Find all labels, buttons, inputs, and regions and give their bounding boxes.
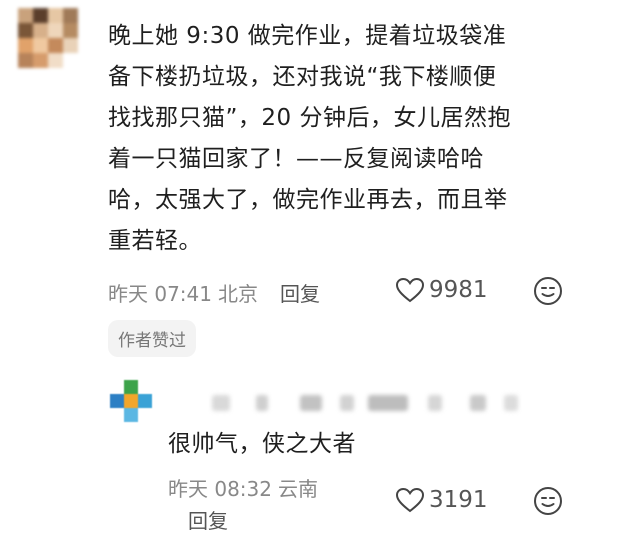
emoji-reaction-button[interactable] (533, 276, 563, 310)
reply-button[interactable]: 回复 (188, 505, 228, 534)
comment-thread: { "main_comment": { "lines": [ "晚上她 9:30… (0, 0, 624, 533)
author-liked-badge: 作者赞过 (108, 320, 196, 357)
comment-line: 备下楼扔垃圾，还对我说“我下楼顺便 (108, 64, 497, 90)
comment-line: 哈，太强大了，做完作业再去，而且举 (108, 187, 508, 213)
emoji-reaction-button[interactable] (533, 486, 563, 520)
emoji-smile-icon (534, 277, 562, 305)
reply-time: 昨天 08:32 (168, 477, 272, 501)
reply-meta: 昨天 08:32 云南 (168, 473, 318, 502)
emoji-smile-icon (534, 487, 562, 515)
comment-meta: 昨天 07:41 北京 回复 (108, 278, 320, 307)
comment-time: 昨天 07:41 (108, 282, 212, 306)
reply-location: 云南 (278, 477, 318, 501)
heart-outline-icon (395, 487, 425, 513)
like-button[interactable]: 3191 (395, 487, 488, 513)
reply-button[interactable]: 回复 (280, 278, 320, 307)
comment-text: 晚上她 9:30 做完作业，提着垃圾袋准 备下楼扔垃圾，还对我说“我下楼顺便 找… (108, 16, 608, 262)
like-button[interactable]: 9981 (395, 277, 488, 303)
like-count: 3191 (429, 487, 488, 513)
avatar[interactable] (110, 380, 152, 424)
reply-text: 很帅气，侠之大者 (168, 431, 356, 457)
comment-location: 北京 (218, 282, 258, 306)
comment-line: 着一只猫回家了！——反复阅读哈哈 (108, 146, 484, 172)
heart-outline-icon (395, 277, 425, 303)
comment-line: 找找那只猫”，20 分钟后，女儿居然抱 (108, 105, 511, 131)
like-count: 9981 (429, 277, 488, 303)
comment-line: 晚上她 9:30 做完作业，提着垃圾袋准 (108, 23, 507, 49)
avatar[interactable] (18, 8, 78, 68)
comment-line: 重若轻。 (108, 228, 202, 254)
